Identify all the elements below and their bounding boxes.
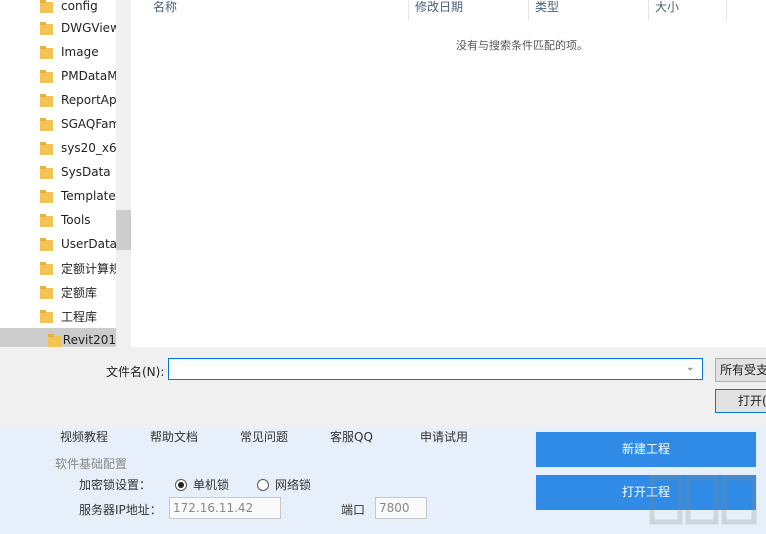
tree-item-label: sys20_x64 bbox=[61, 141, 116, 155]
tree-item-label: Tools bbox=[61, 213, 91, 227]
server-ip-input[interactable]: 172.16.11.42 bbox=[169, 497, 281, 519]
empty-list-message: 没有与搜索条件匹配的项。 bbox=[456, 39, 588, 52]
tree-item-tools[interactable]: Tools bbox=[40, 208, 91, 232]
dialog-bottom-bar: 文件名(N): ⌄ 所有受支 打开( bbox=[0, 347, 766, 428]
folder-icon bbox=[40, 285, 53, 299]
radio-unselected-icon bbox=[257, 478, 269, 491]
tree-item-label: Image bbox=[61, 45, 99, 59]
folder-icon bbox=[40, 93, 53, 107]
file-list[interactable]: 名称 修改日期 类型 大小 没有与搜索条件匹配的项。 bbox=[131, 0, 766, 347]
folder-icon bbox=[40, 261, 53, 275]
folder-icon bbox=[40, 141, 53, 155]
folder-icon bbox=[40, 45, 53, 59]
tree-item-label: config bbox=[61, 0, 98, 13]
tree-item-label: 工程库 bbox=[61, 309, 98, 324]
filename-input[interactable]: ⌄ bbox=[168, 358, 703, 380]
tree-item-sysdata[interactable]: SysData bbox=[40, 160, 111, 184]
tree-item-label: SGAQFam bbox=[61, 117, 116, 131]
tree-item-image[interactable]: Image bbox=[40, 40, 99, 64]
filetype-select[interactable]: 所有受支 bbox=[715, 358, 766, 382]
tree-item-pmdata[interactable]: PMDataM bbox=[40, 64, 116, 88]
radio-label: 网络锁 bbox=[275, 478, 312, 492]
folder-icon bbox=[40, 165, 53, 179]
tree-item-project-lib[interactable]: 工程库 bbox=[40, 304, 97, 328]
tree-item-label: Revit201 bbox=[62, 333, 116, 347]
radio-network-lock[interactable]: 网络锁 bbox=[257, 476, 311, 493]
settings-title: 软件基础配置 bbox=[55, 457, 128, 471]
nav-faq[interactable]: 常见问题 bbox=[240, 428, 288, 445]
server-ip-label: 服务器IP地址： bbox=[79, 503, 162, 517]
tree-item-label: DWGView bbox=[61, 21, 116, 35]
folder-icon bbox=[48, 333, 61, 347]
new-project-button[interactable]: 新建工程 bbox=[536, 432, 756, 467]
tree-item-template[interactable]: Template bbox=[40, 184, 116, 208]
tree-scrollbar[interactable] bbox=[116, 0, 131, 347]
folder-icon bbox=[40, 309, 53, 323]
open-button[interactable]: 打开( bbox=[715, 389, 766, 413]
tree-item-label: SysData bbox=[61, 165, 111, 179]
tree-item-dwgview[interactable]: DWGView bbox=[40, 16, 116, 40]
column-header-modified[interactable]: 修改日期 bbox=[409, 0, 529, 20]
folder-tree[interactable]: config DWGView Image PMDataM ReportAp SG… bbox=[0, 0, 116, 347]
tree-item-quota-lib[interactable]: 定额库 bbox=[40, 280, 97, 304]
folder-icon bbox=[40, 237, 53, 251]
folder-icon bbox=[40, 69, 53, 83]
tree-item-label: PMDataM bbox=[61, 69, 116, 83]
column-header-type[interactable]: 类型 bbox=[529, 0, 649, 20]
tree-item-label: ReportAp bbox=[61, 93, 116, 107]
tree-item-label: UserData bbox=[61, 237, 116, 251]
port-input[interactable]: 7800 bbox=[375, 497, 427, 519]
tree-item-label: 定额库 bbox=[61, 285, 98, 300]
tree-item-label: Template bbox=[61, 189, 116, 203]
watermark-logo bbox=[649, 475, 757, 525]
nav-help-docs[interactable]: 帮助文档 bbox=[150, 428, 198, 445]
radio-selected-icon bbox=[175, 478, 187, 491]
port-label: 端口 bbox=[341, 503, 366, 517]
folder-icon bbox=[40, 117, 53, 131]
folder-icon bbox=[40, 189, 53, 203]
folder-icon bbox=[40, 213, 53, 227]
column-header-size[interactable]: 大小 bbox=[649, 0, 727, 20]
nav-request-trial[interactable]: 申请试用 bbox=[420, 428, 468, 445]
tree-item-label: 定额计算规 bbox=[61, 261, 116, 276]
radio-label: 单机锁 bbox=[193, 478, 230, 492]
tree-item-quota-rules[interactable]: 定额计算规 bbox=[40, 256, 116, 280]
nav-video-tutorial[interactable]: 视频教程 bbox=[60, 428, 108, 445]
column-header-name[interactable]: 名称 bbox=[147, 0, 409, 20]
tree-scroll-thumb[interactable] bbox=[116, 210, 131, 250]
radio-standalone-lock[interactable]: 单机锁 bbox=[175, 476, 229, 493]
nav-support-qq[interactable]: 客服QQ bbox=[330, 428, 373, 445]
tree-item-sgaqfam[interactable]: SGAQFam bbox=[40, 112, 116, 136]
tree-item-sys20[interactable]: sys20_x64 bbox=[40, 136, 116, 160]
folder-icon bbox=[40, 21, 53, 35]
tree-item-revit[interactable]: Revit201 bbox=[0, 328, 116, 347]
folder-icon bbox=[40, 0, 53, 13]
chevron-down-icon[interactable]: ⌄ bbox=[686, 362, 696, 373]
filename-label: 文件名(N): bbox=[106, 365, 165, 379]
tree-item-reportap[interactable]: ReportAp bbox=[40, 88, 116, 112]
lock-setting-label: 加密锁设置： bbox=[79, 478, 152, 492]
tree-item-userdata[interactable]: UserData bbox=[40, 232, 116, 256]
